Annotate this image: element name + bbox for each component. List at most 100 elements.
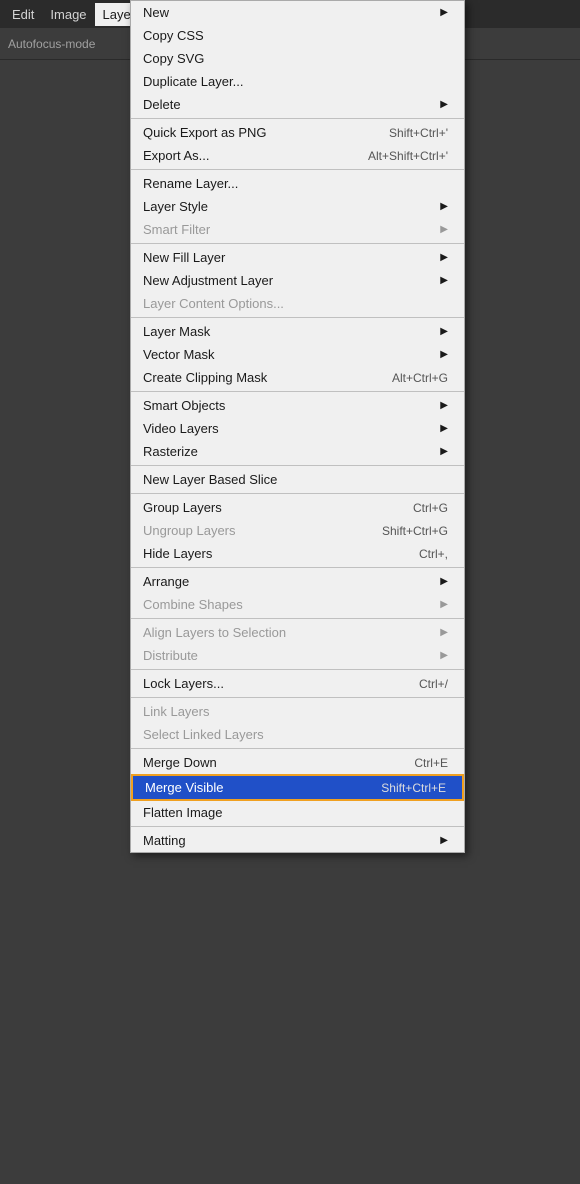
- menu-arrow-new: ▶: [440, 7, 448, 18]
- menu-item-align-layers: Align Layers to Selection▶: [131, 621, 464, 644]
- menu-item-duplicate-layer[interactable]: Duplicate Layer...: [131, 70, 464, 93]
- menu-label-layer-content-options: Layer Content Options...: [143, 296, 448, 311]
- menu-separator-36: [131, 669, 464, 670]
- menu-label-create-clipping-mask: Create Clipping Mask: [143, 370, 372, 385]
- menu-label-export-as: Export As...: [143, 148, 348, 163]
- menu-label-rasterize: Rasterize: [143, 444, 432, 459]
- menu-separator-33: [131, 618, 464, 619]
- menu-separator-8: [131, 169, 464, 170]
- menu-label-rename-layer: Rename Layer...: [143, 176, 448, 191]
- menu-separator-24: [131, 465, 464, 466]
- menu-shortcut-ungroup-layers: Shift+Ctrl+G: [382, 524, 448, 538]
- menu-arrow-align-layers: ▶: [440, 627, 448, 638]
- menu-shortcut-hide-layers: Ctrl+,: [419, 547, 448, 561]
- menu-arrow-combine-shapes: ▶: [440, 599, 448, 610]
- menu-item-create-clipping-mask[interactable]: Create Clipping Mask Alt+Ctrl+G: [131, 366, 464, 389]
- menu-item-arrange[interactable]: Arrange ▶: [131, 570, 464, 593]
- menu-item-copy-css[interactable]: Copy CSS: [131, 24, 464, 47]
- menu-separator-5: [131, 118, 464, 119]
- menu-arrow-distribute: ▶: [440, 650, 448, 661]
- menu-label-arrange: Arrange: [143, 574, 432, 589]
- menu-arrow-delete: ▶: [440, 99, 448, 110]
- menu-item-merge-down[interactable]: Merge Down Ctrl+E: [131, 751, 464, 774]
- menu-label-copy-svg: Copy SVG: [143, 51, 448, 66]
- menu-separator-30: [131, 567, 464, 568]
- menu-label-new-layer-based-slice: New Layer Based Slice: [143, 472, 448, 487]
- menu-arrow-arrange: ▶: [440, 576, 448, 587]
- menu-shortcut-lock-layers: Ctrl+/: [419, 677, 448, 691]
- menu-shortcut-group-layers: Ctrl+G: [413, 501, 448, 515]
- menu-separator-16: [131, 317, 464, 318]
- menu-label-merge-visible: Merge Visible: [145, 780, 361, 795]
- menu-label-copy-css: Copy CSS: [143, 28, 448, 43]
- menu-label-combine-shapes: Combine Shapes: [143, 597, 432, 612]
- layer-dropdown-menu: New ▶ Copy CSS Copy SVG Duplicate Layer... De…: [130, 0, 465, 853]
- menu-label-group-layers: Group Layers: [143, 500, 393, 515]
- menu-item-distribute: Distribute ▶: [131, 644, 464, 667]
- menu-shortcut-merge-down: Ctrl+E: [414, 756, 448, 770]
- menu-separator-45: [131, 826, 464, 827]
- menu-arrow-new-fill-layer: ▶: [440, 252, 448, 263]
- menu-arrow-vector-mask: ▶: [440, 349, 448, 360]
- menu-label-merge-down: Merge Down: [143, 755, 394, 770]
- menu-label-link-layers: Link Layers: [143, 704, 448, 719]
- menu-label-layer-mask: Layer Mask: [143, 324, 432, 339]
- menu-label-distribute: Distribute: [143, 648, 432, 663]
- menu-label-new: New: [143, 5, 432, 20]
- menu-item-merge-visible[interactable]: Merge Visible Shift+Ctrl+E: [131, 774, 464, 801]
- menu-shortcut-merge-visible: Shift+Ctrl+E: [381, 781, 446, 795]
- menu-item-lock-layers[interactable]: Lock Layers... Ctrl+/: [131, 672, 464, 695]
- menu-label-layer-style: Layer Style: [143, 199, 432, 214]
- menu-item-copy-svg[interactable]: Copy SVG: [131, 47, 464, 70]
- menu-item-delete[interactable]: Delete ▶: [131, 93, 464, 116]
- menu-label-lock-layers: Lock Layers...: [143, 676, 399, 691]
- menu-separator-12: [131, 243, 464, 244]
- toolbar-text: Autofocus-mode: [8, 37, 95, 51]
- menu-arrow-new-adjustment-layer: ▶: [440, 275, 448, 286]
- menu-label-matting: Matting: [143, 833, 432, 848]
- menu-item-link-layers: Link Layers: [131, 700, 464, 723]
- menu-item-quick-export[interactable]: Quick Export as PNGShift+Ctrl+': [131, 121, 464, 144]
- menu-item-layer-mask[interactable]: Layer Mask ▶: [131, 320, 464, 343]
- menu-shortcut-quick-export: Shift+Ctrl+': [389, 126, 448, 140]
- menu-label-duplicate-layer: Duplicate Layer...: [143, 74, 448, 89]
- menu-label-ungroup-layers: Ungroup Layers: [143, 523, 362, 538]
- menu-arrow-layer-mask: ▶: [440, 326, 448, 337]
- menu-separator-26: [131, 493, 464, 494]
- menu-arrow-layer-style: ▶: [440, 201, 448, 212]
- menu-item-combine-shapes: Combine Shapes ▶: [131, 593, 464, 616]
- menu-label-flatten-image: Flatten Image: [143, 805, 448, 820]
- menu-item-smart-filter: Smart Filter ▶: [131, 218, 464, 241]
- menu-item-video-layers[interactable]: Video Layers▶: [131, 417, 464, 440]
- menu-item-new-adjustment-layer[interactable]: New Adjustment Layer ▶: [131, 269, 464, 292]
- menu-edit[interactable]: Edit: [4, 3, 42, 26]
- menu-arrow-smart-filter: ▶: [440, 224, 448, 235]
- menu-label-new-fill-layer: New Fill Layer: [143, 250, 432, 265]
- menu-label-delete: Delete: [143, 97, 432, 112]
- menu-label-smart-filter: Smart Filter: [143, 222, 432, 237]
- menu-item-smart-objects[interactable]: Smart Objects ▶: [131, 394, 464, 417]
- menu-item-new-fill-layer[interactable]: New Fill Layer ▶: [131, 246, 464, 269]
- menu-label-smart-objects: Smart Objects: [143, 398, 432, 413]
- menu-arrow-matting: ▶: [440, 835, 448, 846]
- menu-label-new-adjustment-layer: New Adjustment Layer: [143, 273, 432, 288]
- menu-separator-20: [131, 391, 464, 392]
- menu-item-matting[interactable]: Matting ▶: [131, 829, 464, 852]
- menu-label-vector-mask: Vector Mask: [143, 347, 432, 362]
- menu-item-export-as[interactable]: Export As...Alt+Shift+Ctrl+': [131, 144, 464, 167]
- menu-item-new-layer-based-slice[interactable]: New Layer Based Slice: [131, 468, 464, 491]
- menu-arrow-video-layers: ▶: [440, 423, 448, 434]
- menu-item-group-layers[interactable]: Group Layers Ctrl+G: [131, 496, 464, 519]
- menu-item-rasterize[interactable]: Rasterize ▶: [131, 440, 464, 463]
- menu-item-rename-layer[interactable]: Rename Layer...: [131, 172, 464, 195]
- menu-item-new[interactable]: New ▶: [131, 1, 464, 24]
- menu-item-flatten-image[interactable]: Flatten Image: [131, 801, 464, 824]
- menu-item-layer-style[interactable]: Layer Style ▶: [131, 195, 464, 218]
- menu-image[interactable]: Image: [42, 3, 94, 26]
- menu-separator-38: [131, 697, 464, 698]
- menu-arrow-smart-objects: ▶: [440, 400, 448, 411]
- menu-item-vector-mask[interactable]: Vector Mask ▶: [131, 343, 464, 366]
- menu-arrow-rasterize: ▶: [440, 446, 448, 457]
- menu-shortcut-create-clipping-mask: Alt+Ctrl+G: [392, 371, 448, 385]
- menu-item-hide-layers[interactable]: Hide LayersCtrl+,: [131, 542, 464, 565]
